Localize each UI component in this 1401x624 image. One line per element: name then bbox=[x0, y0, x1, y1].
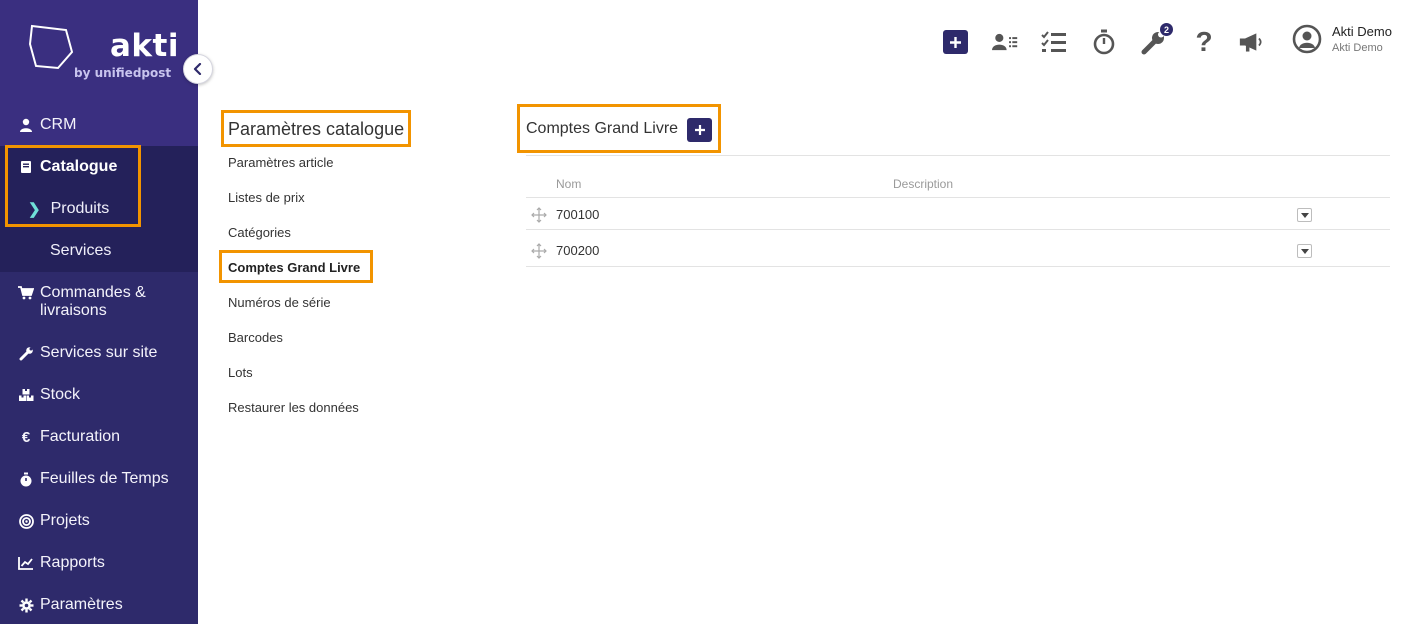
announcements-button[interactable] bbox=[1239, 29, 1265, 55]
wrench-icon bbox=[18, 345, 34, 361]
help-button[interactable]: ? bbox=[1191, 26, 1217, 57]
divider bbox=[526, 266, 1390, 267]
drag-handle-icon[interactable] bbox=[530, 207, 548, 223]
divider bbox=[526, 155, 1390, 156]
menu-link-categories[interactable]: Catégories bbox=[228, 225, 291, 240]
chevron-right-icon: ❯ bbox=[28, 201, 41, 218]
notification-badge: 2 bbox=[1160, 23, 1173, 36]
table-row[interactable]: 700200 bbox=[526, 233, 1390, 269]
add-new-button[interactable] bbox=[942, 29, 968, 55]
sidebar-item-label: Catalogue bbox=[40, 158, 118, 175]
sidebar-item-label: Paramètres bbox=[40, 596, 123, 613]
drag-handle-icon[interactable] bbox=[530, 243, 548, 259]
sidebar-item-label: CRM bbox=[40, 116, 77, 133]
sidebar-item-parametres[interactable]: Paramètres bbox=[0, 584, 198, 624]
column-header-description: Description bbox=[893, 177, 954, 191]
tasks-button[interactable] bbox=[1041, 29, 1067, 55]
brand-name: akti bbox=[110, 28, 179, 64]
logo-area: akti by unifiedpost bbox=[0, 0, 198, 104]
page-title: Comptes Grand Livre bbox=[526, 120, 679, 137]
sidebar-item-produits[interactable]: ❯ Produits bbox=[0, 188, 198, 230]
sidebar-item-label: Stock bbox=[40, 386, 81, 403]
sidebar-item-label: Projets bbox=[40, 512, 90, 529]
menu-link-restaurer[interactable]: Restaurer les données bbox=[228, 400, 359, 415]
row-actions-dropdown[interactable] bbox=[1297, 244, 1312, 258]
menu-link-listes-de-prix[interactable]: Listes de prix bbox=[228, 190, 305, 205]
contacts-list-button[interactable] bbox=[992, 29, 1018, 55]
stopwatch-icon bbox=[18, 471, 34, 487]
sidebar-item-label: Facturation bbox=[40, 428, 121, 445]
user-avatar-icon bbox=[1292, 24, 1322, 54]
sidebar-item-label: Rapports bbox=[40, 554, 105, 571]
target-icon bbox=[18, 513, 34, 529]
caret-down-icon bbox=[1300, 248, 1309, 254]
menu-link-parametres-article[interactable]: Paramètres article bbox=[228, 155, 333, 170]
column-header-nom: Nom bbox=[556, 177, 582, 191]
sidebar-item-facturation[interactable]: € Facturation bbox=[0, 416, 198, 458]
sidebar-item-crm[interactable]: CRM bbox=[0, 104, 198, 146]
checklist-icon bbox=[1041, 31, 1066, 52]
settings-menu-title: Paramètres catalogue bbox=[228, 119, 405, 139]
sidebar-item-label: Services bbox=[50, 242, 112, 259]
sidebar-item-label: Services sur site bbox=[40, 344, 158, 361]
sidebar-item-catalogue[interactable]: Catalogue bbox=[0, 146, 198, 188]
boxes-icon bbox=[18, 387, 34, 403]
stopwatch-icon bbox=[1093, 29, 1115, 55]
gear-icon bbox=[18, 597, 34, 613]
sidebar-item-rapports[interactable]: Rapports bbox=[0, 542, 198, 584]
chevron-left-icon bbox=[193, 63, 202, 75]
user-name: Akti Demo bbox=[1332, 24, 1392, 39]
sidebar-item-services[interactable]: Services bbox=[0, 230, 198, 272]
collapse-sidebar-button[interactable] bbox=[183, 54, 213, 84]
catalogue-group: Catalogue ❯ Produits Services bbox=[0, 146, 198, 272]
add-account-button[interactable] bbox=[687, 118, 712, 142]
chart-icon bbox=[18, 555, 34, 571]
row-name: 700200 bbox=[556, 243, 600, 258]
app: akti by unifiedpost CRM Catalogue ❯ Prod… bbox=[0, 0, 1401, 624]
sidebar: akti by unifiedpost CRM Catalogue ❯ Prod… bbox=[0, 0, 213, 624]
menu-link-barcodes[interactable]: Barcodes bbox=[228, 330, 283, 345]
euro-icon: € bbox=[21, 428, 31, 446]
plus-icon bbox=[694, 125, 705, 135]
menu-link-lots[interactable]: Lots bbox=[228, 365, 253, 380]
sidebar-item-commandes[interactable]: Commandes & livraisons bbox=[0, 272, 198, 332]
plus-icon bbox=[949, 36, 961, 48]
sidebar-item-label: Feuilles de Temps bbox=[40, 470, 169, 487]
sidebar-item-label: Commandes & livraisons bbox=[40, 284, 146, 319]
menu-link-numeros-de-serie[interactable]: Numéros de série bbox=[228, 295, 331, 310]
akti-logo-icon bbox=[28, 24, 74, 70]
book-icon bbox=[18, 159, 34, 175]
help-icon: ? bbox=[1195, 26, 1213, 57]
megaphone-icon bbox=[1239, 33, 1262, 52]
row-actions-dropdown[interactable] bbox=[1297, 208, 1312, 222]
row-name: 700100 bbox=[556, 207, 600, 222]
contacts-list-icon bbox=[992, 33, 1018, 51]
user-company: Akti Demo bbox=[1332, 42, 1383, 54]
cart-icon bbox=[18, 285, 34, 301]
sidebar-item-services-sur-site[interactable]: Services sur site bbox=[0, 332, 198, 374]
tools-button[interactable]: 2 bbox=[1141, 23, 1173, 55]
sidebar-item-feuilles-de-temps[interactable]: Feuilles de Temps bbox=[0, 458, 198, 500]
menu-link-comptes-grand-livre[interactable]: Comptes Grand Livre bbox=[228, 260, 360, 275]
table-row[interactable]: 700100 bbox=[526, 197, 1390, 233]
divider bbox=[526, 229, 1390, 230]
brand-sub: by unifiedpost bbox=[74, 66, 172, 80]
sidebar-item-stock[interactable]: Stock bbox=[0, 374, 198, 416]
user-menu[interactable]: Akti Demo Akti Demo bbox=[1292, 24, 1392, 54]
sidebar-nav: CRM Catalogue ❯ Produits Services Comman… bbox=[0, 104, 198, 624]
sidebar-item-label: Produits bbox=[50, 200, 110, 217]
user-icon bbox=[18, 117, 34, 133]
timer-button[interactable] bbox=[1091, 29, 1117, 55]
sidebar-item-projets[interactable]: Projets bbox=[0, 500, 198, 542]
caret-down-icon bbox=[1300, 212, 1309, 218]
